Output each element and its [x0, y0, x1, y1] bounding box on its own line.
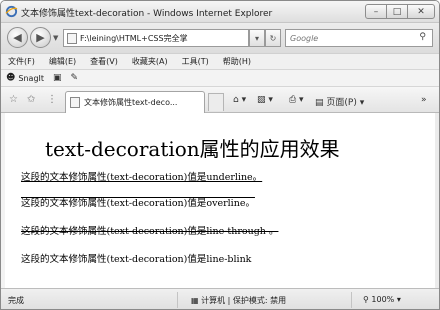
print-icon[interactable]: ⎙ ▾	[289, 95, 304, 105]
refresh-icon: ↻	[269, 33, 277, 43]
tab-page-icon	[70, 97, 80, 108]
zoom-level: 100%	[371, 295, 395, 304]
add-favorites-icon[interactable]: ✩	[27, 94, 35, 105]
search-icon[interactable]: ⚲	[419, 32, 426, 42]
zoom-icon: ⚲	[363, 295, 369, 304]
search-input[interactable]	[290, 32, 410, 44]
page-content: text-decoration属性的应用效果 这段的文本修饰属性(text-de…	[5, 113, 435, 288]
feeds-icon[interactable]: ▧ ▾	[257, 95, 273, 105]
links-toolbar: ☻ SnagIt ▣ ✎	[1, 70, 439, 87]
menu-favorites[interactable]: 收藏夹(A)	[132, 56, 168, 67]
menu-edit[interactable]: 编辑(E)	[49, 56, 76, 67]
status-separator	[351, 292, 352, 308]
capture-edit-icon[interactable]: ✎	[71, 73, 79, 83]
page-icon	[67, 33, 77, 44]
search-box: ⚲	[285, 29, 433, 47]
ie-logo-icon	[5, 5, 18, 18]
refresh-button[interactable]: ↻	[265, 29, 281, 47]
snagit-icon: ☻	[6, 73, 16, 83]
back-arrow-icon: ◀	[13, 31, 22, 44]
page-menu-label: 页面(P)	[326, 98, 357, 108]
history-dropdown-icon[interactable]: ▼	[53, 34, 58, 42]
favorites-star-icon[interactable]: ☆	[9, 94, 18, 105]
status-separator	[177, 292, 178, 308]
page-menu-button[interactable]: ▤ 页面(P) ▾	[315, 95, 364, 108]
close-icon: ✕	[417, 6, 425, 17]
back-button[interactable]: ◀	[7, 27, 28, 48]
menu-file[interactable]: 文件(F)	[8, 56, 35, 67]
page-heading: text-decoration属性的应用效果	[45, 137, 340, 161]
menu-view[interactable]: 查看(V)	[90, 56, 118, 67]
status-bar: 完成 ▦ 计算机 | 保护模式: 禁用 ⚲ 100% ▾	[1, 288, 439, 309]
vertical-scrollbar[interactable]	[435, 113, 439, 288]
tab-text-decoration[interactable]: 文本修饰属性text-deco...	[65, 91, 205, 113]
minimize-button[interactable]: –	[365, 4, 387, 19]
menu-help[interactable]: 帮助(H)	[223, 56, 251, 67]
status-text: 完成	[8, 296, 24, 305]
zone-label: 计算机 | 保护模式: 禁用	[201, 296, 287, 305]
minimize-icon: –	[373, 6, 379, 17]
maximize-button[interactable]: □	[386, 4, 408, 19]
overline-paragraph: 这段的文本修饰属性(text-decoration)值是overline。	[21, 198, 255, 209]
tab-list-icon[interactable]: ⋮	[47, 94, 57, 105]
new-tab-button[interactable]	[208, 93, 224, 111]
page-menu-icon: ▤	[315, 98, 324, 108]
underline-paragraph: 这段的文本修饰属性(text-decoration)值是underline。	[21, 172, 263, 183]
menu-tools[interactable]: 工具(T)	[182, 56, 209, 67]
home-icon[interactable]: ⌂ ▾	[233, 95, 246, 105]
forward-arrow-icon: ▶	[36, 31, 45, 44]
forward-button[interactable]: ▶	[30, 27, 51, 48]
line-through-paragraph: 这段的文本修饰属性(text-decoration)值是line-through…	[21, 226, 279, 237]
window-title: 文本修饰属性text-decoration - Windows Internet…	[21, 9, 273, 19]
address-url: F:\leining\HTML+CSS完全掌	[80, 34, 188, 43]
address-dropdown-button[interactable]: ▾	[249, 29, 265, 47]
browser-window: 文本修饰属性text-decoration - Windows Internet…	[0, 0, 440, 310]
snagit-button[interactable]: SnagIt	[18, 74, 44, 83]
security-zone[interactable]: ▦ 计算机 | 保护模式: 禁用	[191, 295, 286, 306]
navigation-bar: ◀ ▶ ▼ F:\leining\HTML+CSS完全掌 ▾ ↻ ⚲	[1, 23, 439, 53]
more-commands-icon[interactable]: »	[421, 95, 427, 105]
capture-window-icon[interactable]: ▣	[53, 73, 62, 83]
menu-bar: 文件(F) 编辑(E) 查看(V) 收藏夹(A) 工具(T) 帮助(H)	[1, 53, 439, 70]
chevron-down-icon: ▾	[254, 33, 259, 43]
zoom-control[interactable]: ⚲ 100% ▾	[363, 295, 401, 304]
window-controls: – □ ✕	[365, 4, 435, 19]
blink-paragraph: 这段的文本修饰属性(text-decoration)值是line-blink	[21, 254, 252, 265]
tab-bar: ☆ ✩ ⋮ 文本修饰属性text-deco... ⌂ ▾ ▧ ▾ ⎙ ▾ ▤ 页…	[1, 87, 439, 113]
title-bar: 文本修饰属性text-decoration - Windows Internet…	[1, 1, 439, 23]
computer-icon: ▦	[191, 296, 199, 305]
address-input[interactable]: F:\leining\HTML+CSS完全掌	[63, 29, 249, 47]
tab-label: 文本修饰属性text-deco...	[84, 98, 178, 107]
close-button[interactable]: ✕	[407, 4, 435, 19]
maximize-icon: □	[392, 6, 402, 17]
